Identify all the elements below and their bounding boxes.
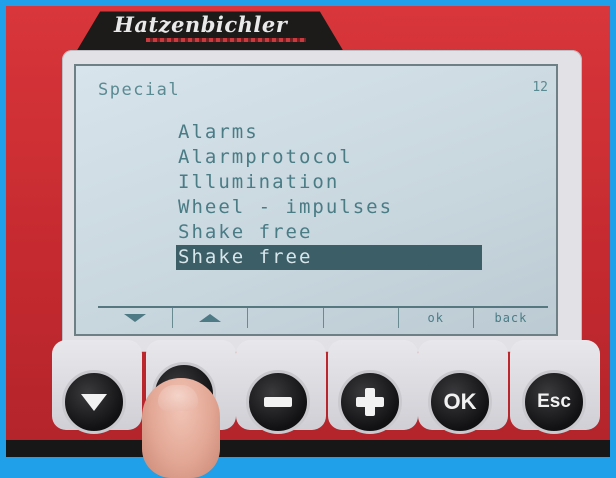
- lcd-screen: Special 12 Alarms Alarmprotocol Illumina…: [74, 64, 558, 336]
- softkey-down: [98, 308, 174, 328]
- softkey-ok: ok: [399, 308, 474, 328]
- fingernail: [158, 385, 198, 411]
- menu-list: Alarms Alarmprotocol Illumination Wheel …: [176, 120, 482, 270]
- softkey-back: back: [494, 311, 528, 325]
- menu-item-selected[interactable]: Shake free: [176, 245, 482, 270]
- brand-logo: Hatzenbichler: [114, 12, 288, 37]
- plus-button[interactable]: [338, 370, 402, 434]
- esc-button[interactable]: Esc: [522, 370, 586, 434]
- softkey-blank-2: [324, 308, 399, 328]
- page-number: 12: [532, 80, 548, 95]
- down-arrow-icon: [81, 393, 107, 411]
- up-arrow-icon: [199, 314, 222, 322]
- softkey-blank-1: [248, 308, 324, 328]
- screen-title: Special: [98, 80, 181, 100]
- minus-icon: [264, 397, 292, 407]
- menu-item[interactable]: Illumination: [176, 170, 482, 195]
- menu-item[interactable]: Wheel - impulses: [176, 195, 482, 220]
- menu-item[interactable]: Alarmprotocol: [176, 145, 482, 170]
- device-bottom-edge: [6, 440, 610, 457]
- softkey-up: [173, 308, 249, 328]
- menu-item[interactable]: Shake free: [176, 220, 482, 245]
- ok-button-label: OK: [443, 389, 477, 414]
- plus-icon: [356, 388, 384, 416]
- brand-logo-stripe: [146, 38, 306, 42]
- ok-button[interactable]: OK: [428, 370, 492, 434]
- down-button[interactable]: [62, 370, 126, 434]
- down-arrow-icon: [124, 314, 147, 322]
- softkey-bar: ok back: [98, 306, 548, 328]
- minus-button[interactable]: [246, 370, 310, 434]
- menu-item[interactable]: Alarms: [176, 120, 482, 145]
- esc-button-label: Esc: [537, 391, 571, 412]
